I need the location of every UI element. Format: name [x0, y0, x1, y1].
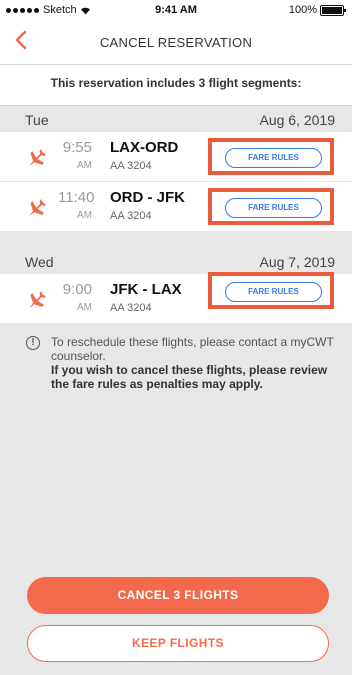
keep-flights-button[interactable]: KEEP FLIGHTS: [27, 625, 329, 662]
battery-percent: 100%: [288, 4, 317, 16]
flight-row: 11:40 AM ORD - JFK AA 3204 FARE RULES: [0, 182, 352, 231]
status-bar: Sketch 9:41 AM 100%: [0, 0, 352, 20]
departure-ampm: AM: [77, 210, 92, 221]
flight-number: AA 3204: [110, 160, 152, 172]
day-header-wed: Wed Aug 7, 2019: [0, 248, 352, 274]
flight-row: 9:55 AM LAX-ORD AA 3204 FARE RULES: [0, 132, 352, 182]
day-name: Wed: [25, 254, 54, 270]
airplane-icon: [29, 199, 46, 217]
cancel-flights-button[interactable]: CANCEL 3 FLIGHTS: [27, 577, 329, 614]
day-date: Aug 6, 2019: [259, 112, 335, 128]
info-icon: !: [26, 336, 40, 350]
fare-rules-button[interactable]: FARE RULES: [225, 148, 322, 168]
day-date: Aug 7, 2019: [259, 254, 335, 270]
reschedule-note: To reschedule these flights, please cont…: [51, 335, 334, 363]
info-section: ! To reschedule these flights, please co…: [0, 323, 352, 593]
fare-rules-button[interactable]: FARE RULES: [225, 198, 322, 218]
page-title: CANCEL RESERVATION: [99, 35, 253, 50]
fare-rules-highlight: FARE RULES: [208, 188, 334, 225]
penalty-warning: If you wish to cancel these flights, ple…: [51, 363, 328, 391]
flight-row: 9:00 AM JFK - LAX AA 3204 FARE RULES: [0, 272, 352, 323]
info-text: To reschedule these flights, please cont…: [51, 335, 341, 391]
phone-screen: Sketch 9:41 AM 100% CANCEL RESERVATION T…: [0, 0, 352, 675]
intro-text: This reservation includes 3 flight segme…: [0, 65, 352, 106]
flight-route: ORD - JFK: [110, 189, 185, 206]
fare-rules-highlight: FARE RULES: [208, 272, 334, 309]
battery-indicator: 100%: [288, 4, 346, 16]
nav-bar: CANCEL RESERVATION: [0, 20, 352, 65]
flight-route: LAX-ORD: [110, 139, 179, 156]
departure-time: 9:55: [62, 139, 92, 156]
day-name: Tue: [25, 112, 49, 128]
fare-rules-button[interactable]: FARE RULES: [225, 282, 322, 302]
airplane-icon: [29, 291, 46, 309]
fare-rules-highlight: FARE RULES: [208, 138, 334, 175]
flight-route: JFK - LAX: [110, 281, 182, 298]
flight-number: AA 3204: [110, 210, 152, 222]
departure-ampm: AM: [77, 160, 92, 171]
day-header-tue: Tue Aug 6, 2019: [0, 106, 352, 132]
departure-time: 11:40: [58, 189, 95, 206]
airplane-icon: [29, 149, 46, 167]
battery-icon: [320, 4, 346, 16]
flight-number: AA 3204: [110, 302, 152, 314]
departure-time: 9:00: [62, 281, 92, 298]
departure-ampm: AM: [77, 302, 92, 313]
